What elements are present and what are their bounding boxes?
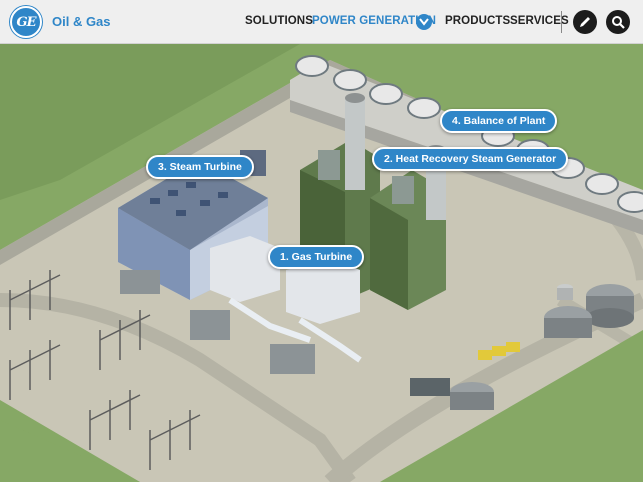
nav-divider	[561, 11, 562, 33]
nav-services[interactable]: SERVICES	[510, 15, 569, 27]
hotspot-balance-of-plant[interactable]: 4. Balance of Plant	[440, 109, 558, 133]
pencil-icon[interactable]	[573, 10, 597, 34]
hotspot-heat-recovery-steam-generator[interactable]: 2. Heat Recovery Steam Generator	[372, 147, 569, 171]
hotspot-steam-turbine[interactable]: 3. Steam Turbine	[146, 155, 254, 179]
top-navigation-bar: GE Oil & Gas SOLUTIONS POWER GENERATION …	[0, 0, 643, 44]
search-icon[interactable]	[606, 10, 630, 34]
nav-products[interactable]: PRODUCTS	[445, 15, 510, 27]
power-plant-illustration: 1. Gas Turbine 2. Heat Recovery Steam Ge…	[0, 44, 643, 482]
nav-solutions[interactable]: SOLUTIONS	[245, 15, 313, 27]
brand-name[interactable]: Oil & Gas	[52, 14, 111, 29]
ge-logo[interactable]: GE	[10, 6, 42, 38]
chevron-down-icon[interactable]	[416, 14, 432, 30]
hotspot-gas-turbine[interactable]: 1. Gas Turbine	[268, 245, 365, 269]
logo-text: GE	[16, 14, 36, 30]
